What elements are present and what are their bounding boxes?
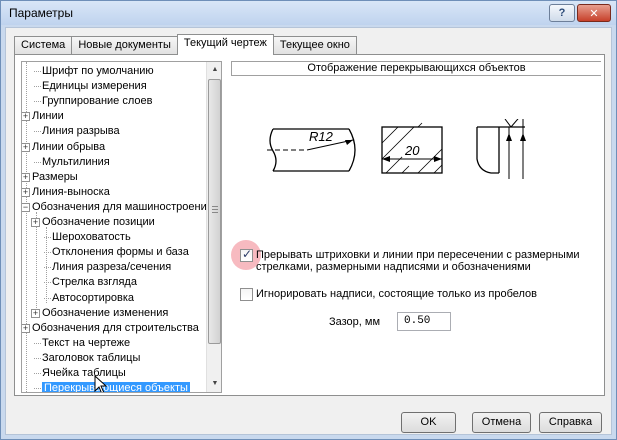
break-hatching-option[interactable]: Прерывать штриховки и линии при пересече… [240, 247, 580, 273]
tree-item-label: Группирование слоев [42, 95, 153, 108]
ignore-spaces-option[interactable]: Игнорировать надписи, состоящие только и… [240, 288, 537, 301]
radius-dimension-text: R12 [309, 129, 334, 144]
tree-item[interactable]: Стрелка взгляда [52, 275, 137, 289]
tree-item[interactable]: Линии обрыва [32, 140, 105, 154]
options-panel: Отображение перекрывающихся объектов R12 [231, 61, 601, 393]
tree-item-label: Линии [32, 110, 64, 123]
close-button[interactable]: ✕ [577, 4, 611, 22]
tree-item-label: Мультилиния [42, 155, 110, 168]
tree-item[interactable]: Автосортировка [52, 291, 134, 305]
tree-item[interactable]: Шероховатость [52, 230, 131, 244]
section-title: Отображение перекрывающихся объектов [231, 61, 601, 76]
expand-icon[interactable]: + [22, 112, 30, 122]
scroll-down-arrow-icon[interactable]: ▼ [207, 376, 221, 392]
roughness-symbol [476, 119, 526, 179]
tree-item[interactable]: Линия-выноска [32, 185, 110, 199]
help-button[interactable]: Справка [539, 412, 602, 433]
expand-icon[interactable]: + [22, 172, 30, 182]
tree-item-label: Шероховатость [52, 231, 131, 244]
help-title-button[interactable]: ? [549, 4, 575, 22]
tree-item-label: Ячейка таблицы [42, 367, 126, 379]
tree-item-label: Перекрывающиеся объекты [42, 382, 190, 393]
tree-item-label: Обозначение позиции [42, 216, 155, 228]
scroll-thumb[interactable] [208, 79, 221, 344]
tree-item-label: Шрифт по умолчанию [42, 65, 154, 77]
tree-item-label: Автосортировка [52, 291, 135, 304]
tree-item-label: Обозначения для машиностроения [32, 200, 213, 213]
break-hatching-label-line1: Прерывать штриховки и линии при пересече… [256, 249, 580, 261]
overlap-illustration: R12 20 [267, 119, 526, 179]
tab-current-drawing[interactable]: Текущий чертеж [176, 34, 274, 55]
tree-item[interactable]: Текст на чертеже [42, 336, 130, 350]
expand-icon[interactable]: + [22, 142, 30, 152]
tree-item[interactable]: Линии [32, 109, 64, 123]
mouse-pointer-icon [94, 375, 108, 392]
parameters-dialog: Параметры ? ✕ Система Новые документы Те… [0, 0, 617, 440]
ok-button[interactable]: OK [401, 412, 456, 433]
tree-item[interactable]: Мультилиния [42, 155, 110, 169]
expand-icon[interactable]: + [31, 308, 40, 318]
gap-input[interactable]: 0.50 [397, 312, 451, 331]
tree-item[interactable]: Размеры [32, 170, 78, 184]
tree-item-label: Линии обрыва [32, 140, 106, 153]
tree-item-label: Отклонения формы и база [52, 246, 189, 259]
expand-icon[interactable]: + [22, 187, 30, 197]
tab-new-documents[interactable]: Новые документы [71, 36, 178, 55]
tree-item[interactable]: Единицы измерения [42, 79, 147, 93]
tree-item[interactable]: Отклонения формы и база [52, 245, 189, 259]
dialog-title: Параметры [9, 6, 73, 20]
hatched-block: 20 [381, 122, 443, 174]
tree-item[interactable]: Обозначения для строительства [32, 321, 199, 335]
title-bar: Параметры ? ✕ [1, 1, 616, 25]
tree-item-label: Заголовок таблицы [42, 351, 141, 364]
linear-dimension-text: 20 [404, 143, 420, 158]
tree-item[interactable]: Заголовок таблицы [42, 351, 140, 365]
tree-item[interactable]: Ячейка таблицы [42, 366, 126, 380]
tree-item-label: Линия разрыва [42, 125, 120, 138]
tree-item-label: Обозначения для строительства [32, 321, 199, 334]
collapse-icon[interactable]: − [22, 202, 30, 212]
tree-item-label: Линия разреза/сечения [52, 261, 172, 274]
expand-icon[interactable]: + [31, 218, 40, 227]
tree-item-label: Единицы измерения [42, 80, 147, 93]
ignore-spaces-checkbox[interactable] [240, 288, 253, 301]
gap-label: Зазор, мм [329, 316, 381, 328]
tab-system[interactable]: Система [14, 36, 73, 55]
break-hatching-checkbox[interactable] [240, 247, 253, 262]
tree-item[interactable]: Линия разреза/сечения [52, 260, 171, 274]
tree-item-label: Текст на чертеже [42, 336, 131, 349]
settings-tree[interactable]: Шрифт по умолчанию Единицы измерения Групп… [21, 61, 222, 393]
tree-item-label: Стрелка взгляда [52, 276, 137, 289]
tree-item[interactable]: Шрифт по умолчанию [42, 64, 154, 78]
tree-item[interactable]: Обозначения для машиностроения [32, 200, 213, 214]
tab-strip: Система Новые документы Текущий чертеж Т… [14, 34, 357, 55]
scroll-up-arrow-icon[interactable]: ▲ [207, 62, 221, 78]
tab-page: Шрифт по умолчанию Единицы измерения Групп… [14, 54, 605, 396]
tree-item-label: Линия-выноска [32, 185, 110, 198]
tree-item[interactable]: Обозначение позиции [42, 215, 155, 229]
expand-icon[interactable]: + [22, 323, 30, 333]
tree-item[interactable]: Группирование слоев [42, 94, 152, 108]
tree-item[interactable]: Обозначение изменения [42, 306, 168, 320]
tree-item[interactable]: Перекрывающиеся объекты [42, 381, 190, 393]
tree-item[interactable]: Линия разрыва [42, 124, 120, 138]
ignore-spaces-label: Игнорировать надписи, состоящие только и… [256, 288, 538, 300]
tree-scrollbar[interactable]: ▲ ▼ [206, 62, 221, 392]
tree-item-label: Размеры [32, 170, 78, 183]
tab-current-window[interactable]: Текущее окно [272, 36, 357, 55]
dialog-client: Система Новые документы Текущий чертеж Т… [5, 27, 612, 435]
cancel-button[interactable]: Отмена [472, 412, 531, 433]
tree-item-label: Обозначение изменения [42, 306, 169, 319]
break-hatching-label-line2: стрелками, размерными надписями и обозна… [256, 261, 531, 273]
